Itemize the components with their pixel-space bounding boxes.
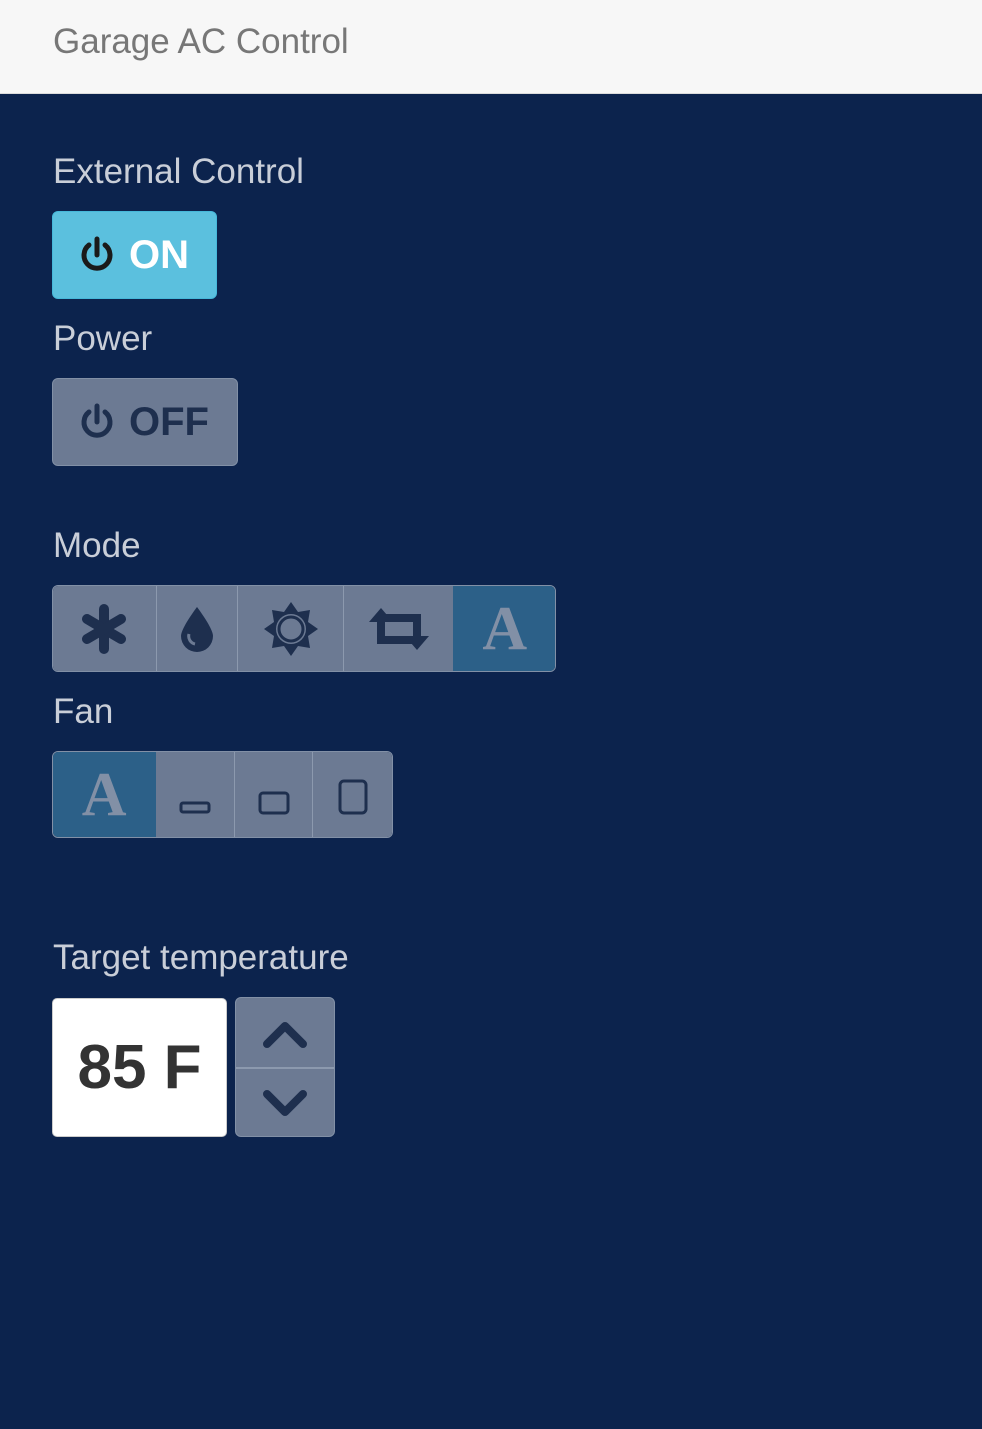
power-state: OFF (129, 399, 209, 444)
letter-a-icon: A (81, 760, 127, 829)
temperature-down-button[interactable] (236, 1069, 334, 1136)
mode-label: Mode (53, 526, 141, 565)
power-label: Power (53, 319, 153, 358)
mode-fan-button[interactable] (342, 586, 454, 671)
target-temperature-value: 85 F (52, 998, 227, 1137)
mode-dry-button[interactable] (155, 586, 238, 671)
mode-auto-button[interactable]: A (453, 586, 555, 671)
chevron-down-icon (263, 1089, 307, 1116)
external-control-toggle-button[interactable]: ON (52, 211, 217, 299)
fan-low-button[interactable] (155, 752, 234, 837)
fan-button-group: A (52, 751, 393, 838)
letter-a-icon: A (482, 594, 528, 663)
mode-button-group: A (52, 585, 556, 672)
fan-high-icon (338, 779, 368, 814)
navbar: Garage AC Control (0, 0, 982, 94)
sun-icon (263, 601, 318, 656)
fan-medium-icon (258, 791, 290, 814)
snowflake-asterisk-icon (82, 603, 127, 654)
mode-heat-button[interactable] (237, 586, 343, 671)
temperature-stepper (235, 997, 335, 1137)
external-control-state: ON (129, 232, 189, 277)
power-icon (81, 403, 113, 438)
fan-low-icon (179, 801, 211, 813)
mode-cool-button[interactable] (53, 586, 156, 671)
fan-auto-button[interactable]: A (53, 752, 156, 837)
power-icon (81, 236, 113, 271)
target-temperature-label: Target temperature (53, 938, 349, 977)
chevron-up-icon (263, 1021, 307, 1048)
temperature-up-button[interactable] (236, 998, 334, 1069)
power-toggle-button[interactable]: OFF (52, 378, 238, 466)
water-drop-icon (180, 606, 213, 652)
fan-medium-button[interactable] (233, 752, 313, 837)
external-control-label: External Control (53, 152, 304, 191)
retweet-cycle-icon (368, 607, 429, 650)
app-title[interactable]: Garage AC Control (53, 20, 349, 64)
fan-high-button[interactable] (312, 752, 392, 837)
fan-label: Fan (53, 692, 114, 731)
